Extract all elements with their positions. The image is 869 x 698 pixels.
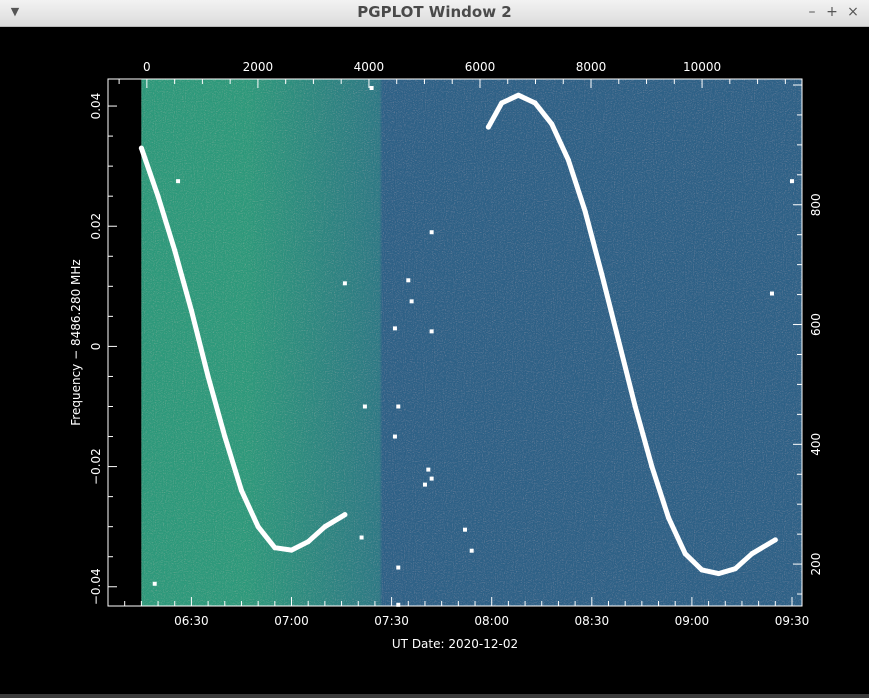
detection-point: [463, 527, 468, 532]
track-point: [582, 208, 588, 214]
track-point: [272, 545, 278, 551]
x-tick-label: 07:00: [274, 614, 309, 628]
x-axis-title: UT Date: 2020-12-02: [392, 637, 518, 651]
waterfall-background: [141, 79, 803, 606]
right-tick-label: 600: [809, 313, 823, 336]
y-tick-label: 0.02: [89, 213, 103, 240]
detection-point: [396, 602, 401, 607]
detection-point: [429, 329, 434, 334]
track-point: [238, 488, 244, 494]
detection-point: [396, 404, 401, 409]
detection-point: [409, 299, 414, 304]
track-point: [289, 547, 295, 553]
track-point: [666, 515, 672, 521]
detection-point: [152, 581, 157, 586]
track-point: [485, 124, 491, 130]
track-point: [205, 373, 211, 379]
y-tick-label: 0: [89, 343, 103, 351]
x-tick-label: 08:00: [474, 614, 509, 628]
detection-point: [342, 281, 347, 286]
chart-canvas: 06:30 07:00 07:30 08:00 08:30 09:00 09:30 0.04 0…: [69, 60, 823, 651]
track-point: [699, 567, 705, 573]
track-point: [749, 551, 755, 557]
top-tick-label: 6000: [465, 60, 496, 74]
top-tick-label: 8000: [576, 60, 607, 74]
detection-point: [359, 535, 364, 540]
detection-point: [176, 179, 181, 184]
track-point: [188, 307, 194, 313]
track-point: [549, 121, 555, 127]
track-point: [138, 145, 144, 151]
track-point: [172, 247, 178, 253]
track-point: [615, 337, 621, 343]
window-title: PGPLOT Window 2: [357, 3, 512, 21]
track-point: [255, 524, 261, 530]
detection-point: [396, 565, 401, 570]
detection-point: [392, 434, 397, 439]
right-tick-label: 800: [809, 193, 823, 216]
track-point: [632, 403, 638, 409]
y-axis-title: Frequency − 8486.280 MHz: [69, 259, 83, 425]
detection-point: [469, 548, 474, 553]
x-tick-label: 07:30: [374, 614, 409, 628]
detection-point: [426, 467, 431, 472]
top-tick-label: 10000: [683, 60, 721, 74]
close-button[interactable]: ×: [845, 4, 861, 20]
waterfall-image: [141, 79, 803, 606]
track-point: [515, 92, 521, 98]
detection-point: [422, 482, 427, 487]
top-tick-label: 0: [143, 60, 151, 74]
pgplot-window: ▼ PGPLOT Window 2 – + × 06:30 07:00 07:3…: [0, 0, 869, 694]
track-point: [222, 434, 228, 440]
track-point: [716, 571, 722, 577]
track-point: [322, 524, 328, 530]
title-bar[interactable]: ▼ PGPLOT Window 2 – + ×: [0, 0, 869, 27]
x-tick-label: 06:30: [174, 614, 209, 628]
track-point: [532, 100, 538, 106]
track-point: [305, 539, 311, 545]
track-point: [565, 157, 571, 163]
right-tick-label: 200: [809, 553, 823, 576]
detection-point: [429, 230, 434, 235]
track-point: [772, 537, 778, 543]
detection-point: [369, 86, 374, 91]
track-point: [649, 464, 655, 470]
detection-point: [406, 278, 411, 283]
top-tick-label: 4000: [354, 60, 385, 74]
detection-point: [769, 291, 774, 296]
detection-point: [789, 179, 794, 184]
track-point: [682, 551, 688, 557]
detection-point: [392, 326, 397, 331]
plot-area: 06:30 07:00 07:30 08:00 08:30 09:00 09:30 0.04 0…: [0, 27, 869, 694]
track-point: [732, 566, 738, 572]
y-tick-label: −0.04: [89, 568, 103, 605]
y-tick-label: −0.02: [89, 448, 103, 485]
track-point: [342, 512, 348, 518]
track-point: [499, 100, 505, 106]
detection-point: [429, 476, 434, 481]
top-tick-label: 2000: [243, 60, 274, 74]
detection-point: [362, 404, 367, 409]
maximize-button[interactable]: +: [824, 4, 840, 20]
y-tick-label: 0.04: [89, 93, 103, 120]
right-tick-label: 400: [809, 433, 823, 456]
x-tick-label: 09:00: [675, 614, 710, 628]
track-point: [599, 271, 605, 277]
track-point: [155, 193, 161, 199]
x-tick-label: 09:30: [775, 614, 810, 628]
minimize-button[interactable]: –: [804, 4, 820, 20]
x-tick-label: 08:30: [575, 614, 610, 628]
